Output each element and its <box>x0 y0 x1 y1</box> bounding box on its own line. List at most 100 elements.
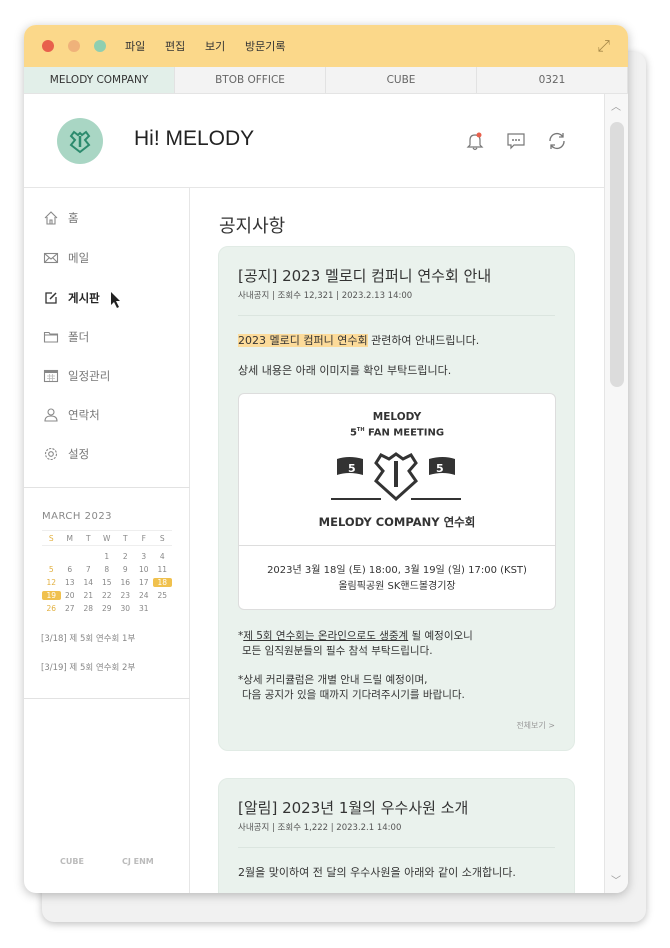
sidebar-item-mail[interactable]: 메일 <box>43 250 89 266</box>
calendar-day[interactable]: 13 <box>61 578 80 587</box>
sidebar-item-contacts[interactable]: 연락처 <box>43 407 100 423</box>
mail-icon <box>43 252 59 264</box>
menu-view[interactable]: 보기 <box>205 38 225 54</box>
tab-bar: MELODY COMPANY BTOB OFFICE CUBE 0321 <box>24 67 628 94</box>
zoom-button[interactable] <box>94 40 106 52</box>
person-icon <box>44 408 58 422</box>
calendar-week: 19 20 21 22 23 24 25 <box>42 589 172 602</box>
view-all-link[interactable]: 전체보기 > <box>516 720 555 731</box>
calendar-day[interactable]: 6 <box>61 565 80 574</box>
post-meta: 사내공지 | 조회수 12,321 | 2023.2.13 14:00 <box>238 291 413 301</box>
sidebar-item-home[interactable]: 홈 <box>43 210 79 226</box>
post-text: *상세 커리큘럼은 개별 안내 드릴 예정이며, <box>238 674 428 686</box>
calendar-day[interactable]: 10 <box>135 565 154 574</box>
calendar-day[interactable]: 19 <box>42 591 61 600</box>
scroll-up-icon[interactable]: ︿ <box>611 98 621 113</box>
tab-melody-company[interactable]: MELODY COMPANY <box>24 67 175 93</box>
calendar-day[interactable]: 29 <box>98 604 117 613</box>
calendar-icon <box>43 369 59 383</box>
greeting: Hi! MELODY <box>134 127 255 150</box>
close-button[interactable] <box>42 40 54 52</box>
calendar-week: 26 27 28 29 30 31 <box>42 602 172 615</box>
post-text: 상세 내용은 아래 이미지를 확인 부탁드립니다. <box>238 364 452 377</box>
calendar-day[interactable]: 5 <box>42 565 61 574</box>
post-card[interactable]: [공지] 2023 멜로디 컴퍼니 연수회 안내 사내공지 | 조회수 12,3… <box>218 246 575 751</box>
calendar-day[interactable]: 4 <box>153 552 172 561</box>
scrollbar[interactable]: ︿ ﹀ <box>604 94 628 893</box>
poster-logo-flags: 5 5 <box>331 452 461 501</box>
divider <box>239 545 555 546</box>
calendar-day[interactable]: 26 <box>42 604 61 613</box>
calendar-day[interactable]: 14 <box>79 578 98 587</box>
calendar-day[interactable]: 9 <box>116 565 135 574</box>
bell-icon[interactable] <box>464 130 486 152</box>
menu-edit[interactable]: 편집 <box>165 38 185 54</box>
calendar-day[interactable]: 24 <box>135 591 154 600</box>
sidebar-item-folder[interactable]: 폴더 <box>43 329 89 345</box>
sidebar-item-schedule[interactable]: 일정관리 <box>43 368 110 384</box>
sidebar-item-label: 폴더 <box>68 330 90 344</box>
sidebar-item-label: 홈 <box>68 211 79 225</box>
svg-text:5: 5 <box>436 462 444 475</box>
main-content: 공지사항 [공지] 2023 멜로디 컴퍼니 연수회 안내 사내공지 | 조회수… <box>190 188 604 893</box>
refresh-icon[interactable] <box>546 130 568 152</box>
sidebar-item-label: 메일 <box>68 251 90 265</box>
tab-0321[interactable]: 0321 <box>477 67 628 93</box>
sidebar-item-label: 게시판 <box>68 291 100 305</box>
post-title[interactable]: [공지] 2023 멜로디 컴퍼니 연수회 안내 <box>238 265 491 286</box>
calendar-day[interactable]: 16 <box>116 578 135 587</box>
highlight-text: 2023 멜로디 컴퍼니 연수회 <box>238 334 368 347</box>
minimize-button[interactable] <box>68 40 80 52</box>
post-text: 다음 공지가 있을 때까지 기다려주시기를 바랍니다. <box>242 689 465 701</box>
underlined-text: 제 5회 연수회는 온라인으로도 생중계 <box>243 630 409 642</box>
calendar-day[interactable]: 28 <box>79 604 98 613</box>
calendar-event[interactable]: [3/18] 제 5회 연수회 1부 <box>41 632 135 644</box>
calendar-day[interactable]: 8 <box>98 565 117 574</box>
calendar-day[interactable]: 7 <box>79 565 98 574</box>
calendar-day[interactable]: 22 <box>98 591 117 600</box>
poster-num: 5 <box>349 427 357 439</box>
calendar-day[interactable]: 15 <box>98 578 117 587</box>
calendar-day[interactable]: 18 <box>153 578 172 587</box>
calendar-day[interactable]: 31 <box>135 604 154 613</box>
poster-name: MELODY COMPANY 연수회 <box>318 515 476 529</box>
calendar-day[interactable]: 23 <box>116 591 135 600</box>
post-card[interactable]: [알림] 2023년 1월의 우수사원 소개 사내공지 | 조회수 1,222 … <box>218 778 575 893</box>
calendar-day[interactable]: 20 <box>61 591 80 600</box>
calendar-weekdays: SMTWTFS <box>42 530 172 546</box>
calendar-day[interactable]: 2 <box>116 552 135 561</box>
calendar-event[interactable]: [3/19] 제 5회 연수회 2부 <box>41 661 135 673</box>
post-note: *제 5회 연수회는 온라인으로도 생중계 될 예정이오니 <box>238 630 473 642</box>
sidebar-item-settings[interactable]: 설정 <box>43 446 89 462</box>
post-title[interactable]: [알림] 2023년 1월의 우수사원 소개 <box>238 797 468 818</box>
post-line: 2023 멜로디 컴퍼니 연수회 관련하여 안내드립니다. <box>238 332 479 348</box>
sidebar-item-board[interactable]: 게시판 <box>43 290 100 306</box>
app-window: 파일 편집 보기 방문기록 ⤢ MELODY COMPANY BTOB OFFI… <box>24 25 628 893</box>
calendar-day[interactable]: 21 <box>79 591 98 600</box>
menu-history[interactable]: 방문기록 <box>245 38 285 54</box>
expand-icon[interactable]: ⤢ <box>597 36 610 56</box>
post-text: 2월을 맞이하여 전 달의 우수사원을 아래와 같이 소개합니다. <box>238 866 516 879</box>
edit-icon <box>45 292 57 304</box>
calendar-day[interactable]: 25 <box>153 591 172 600</box>
tab-cube[interactable]: CUBE <box>326 67 477 93</box>
poster-date: 2023년 3월 18일 (토) 18:00, 3월 19일 (일) 17:00… <box>267 565 527 576</box>
scroll-down-icon[interactable]: ﹀ <box>611 872 621 887</box>
calendar-day[interactable]: 3 <box>135 552 154 561</box>
tab-btob-office[interactable]: BTOB OFFICE <box>175 67 326 93</box>
calendar-day[interactable]: 17 <box>135 578 154 587</box>
mini-calendar: S M T W T F S 1 2 3 4 5 6 7 8 9 10 11 12 13 14 15 16 17 18 19 20 21… <box>42 530 172 615</box>
calendar-day[interactable]: 12 <box>42 578 61 587</box>
chat-icon[interactable] <box>505 130 527 152</box>
menu-file[interactable]: 파일 <box>125 38 145 54</box>
weekday-label: F <box>141 533 146 543</box>
poster-sup: TH <box>356 427 365 433</box>
calendar-day[interactable]: 11 <box>153 565 172 574</box>
scrollbar-thumb[interactable] <box>610 122 624 387</box>
calendar-day[interactable]: 30 <box>116 604 135 613</box>
calendar-day[interactable]: 27 <box>61 604 80 613</box>
weekday-label: S <box>48 533 54 543</box>
divider <box>24 487 190 488</box>
calendar-day[interactable]: 1 <box>98 552 117 561</box>
poster-line2: 5TH FAN MEETING <box>239 427 555 438</box>
